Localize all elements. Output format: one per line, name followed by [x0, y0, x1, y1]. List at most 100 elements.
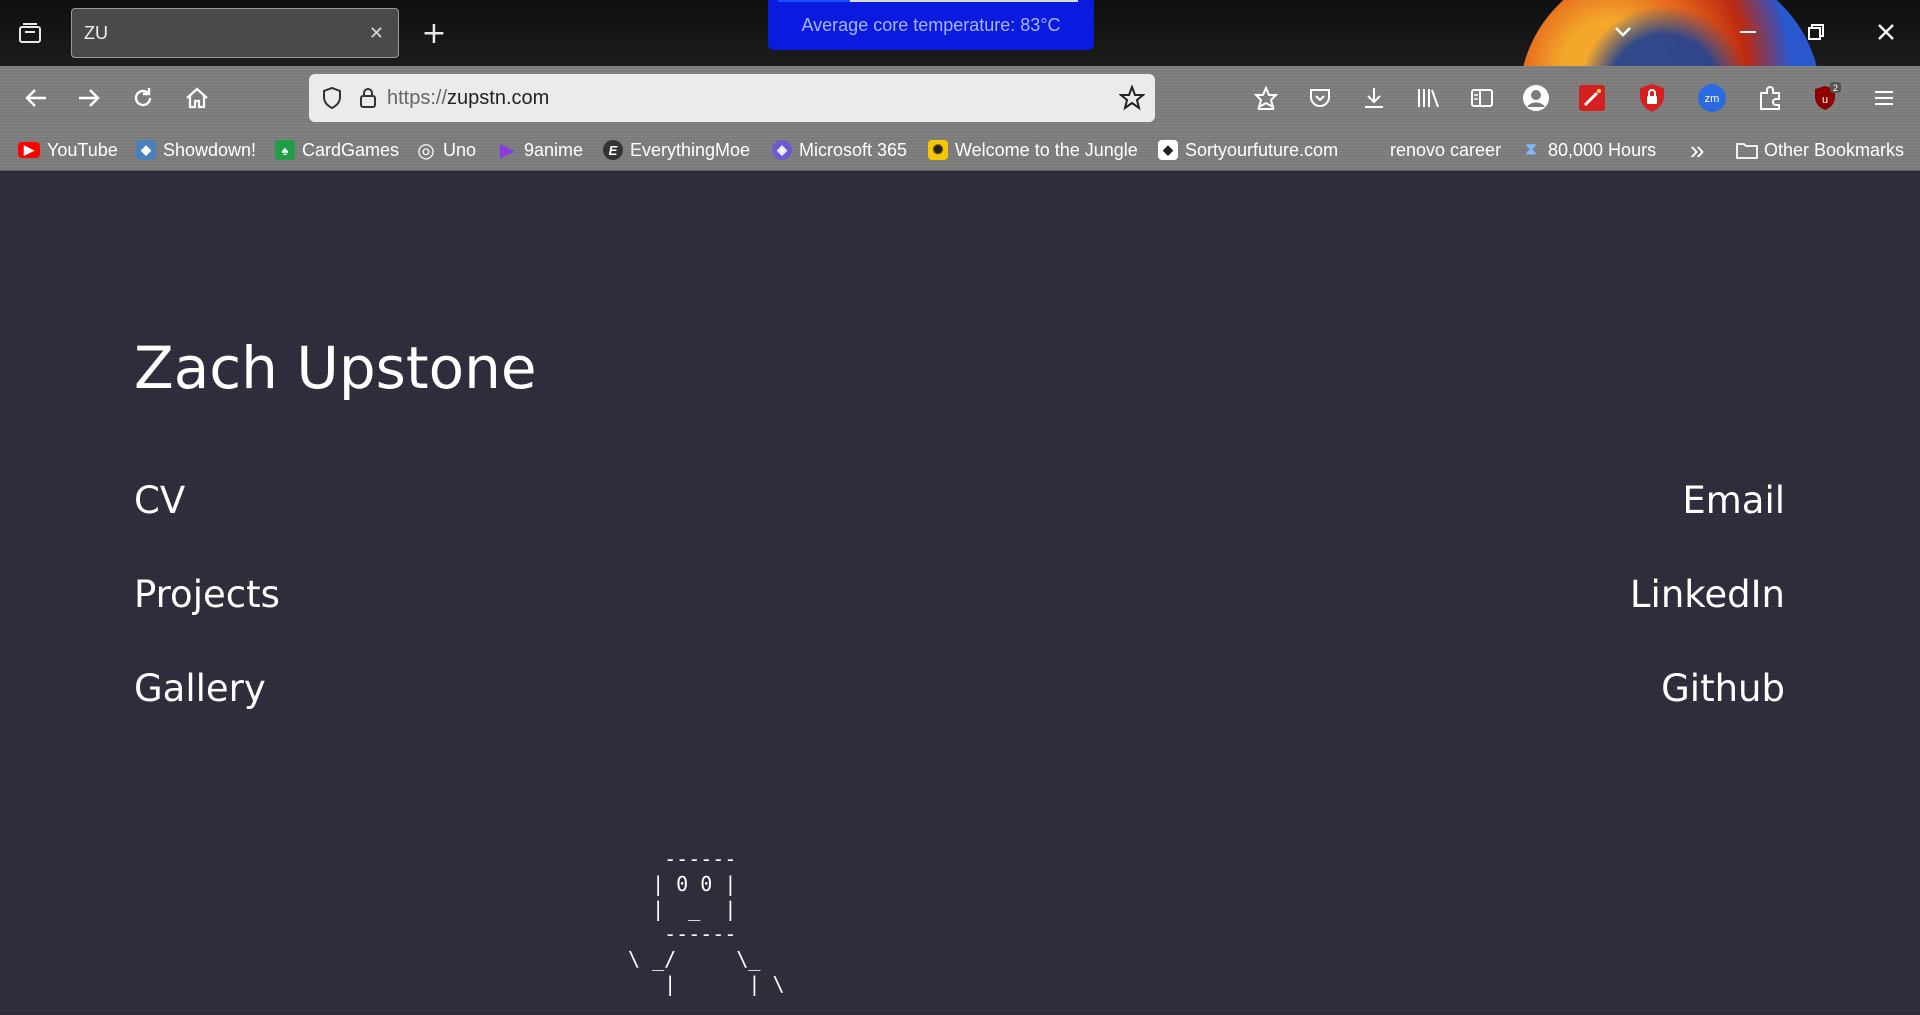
ascii-art-robot: ------ | 0 0 | | _ | ------ \ _/ \_ | | … [628, 847, 785, 996]
page-title: Zach Upstone [134, 334, 537, 402]
bookmarks-toolbar: ▶ YouTube ◆ Showdown! ♠ CardGames ◎ Uno … [0, 130, 1920, 171]
home-icon [186, 87, 208, 109]
temperature-overlay: Average core temperature: 83°C [768, 0, 1094, 50]
reload-button[interactable] [121, 66, 165, 130]
home-button[interactable] [175, 66, 219, 130]
arrow-right-icon [79, 89, 100, 107]
card-icon: ♠ [275, 140, 295, 160]
bookmark-label: Showdown! [163, 139, 257, 160]
bookmark-9anime[interactable]: ▶ 9anime [497, 130, 583, 170]
page-content: Zach Upstone CV Projects Gallery Email L… [0, 171, 1920, 1015]
other-bookmarks-label: Other Bookmarks [1764, 139, 1905, 160]
tab-overview-button[interactable] [12, 10, 48, 56]
library-button[interactable] [1406, 66, 1450, 130]
bookmark-showdown[interactable]: ◆ Showdown! [136, 130, 256, 170]
linkedin-link[interactable]: LinkedIn [1630, 573, 1785, 616]
bookmark-sortyourfuture[interactable]: ◆ Sortyourfuture.com [1158, 130, 1338, 170]
bookmark-label: Uno [443, 139, 477, 160]
sidebar-icon [1471, 89, 1493, 107]
cv-link[interactable]: CV [134, 479, 185, 522]
microsoft-365-icon: ◈ [772, 140, 792, 160]
padlock-icon[interactable] [359, 87, 377, 109]
bookmark-80000-hours[interactable]: ⧗ 80,000 Hours [1521, 130, 1656, 170]
active-tab[interactable]: ZU ✕ [71, 8, 399, 58]
svg-text:zm: zm [1705, 93, 1720, 105]
overlay-progress-bar [778, 0, 1078, 2]
bookmark-label: Sortyourfuture.com [1185, 139, 1339, 160]
pocket-button[interactable] [1298, 66, 1342, 130]
github-link[interactable]: Github [1661, 667, 1785, 710]
folder-icon [1736, 143, 1758, 159]
ublock-badge: 2 [1833, 83, 1838, 93]
list-all-tabs-button[interactable] [1604, 12, 1642, 52]
jungle-icon: ✺ [928, 140, 948, 160]
ublock-icon[interactable]: u2 [1810, 82, 1842, 114]
bookmark-everythingmoe[interactable]: E EverythingMoe [603, 130, 750, 170]
url-bar[interactable]: https://zupstn.com [309, 74, 1155, 122]
new-tab-button[interactable]: + [414, 10, 454, 56]
url-protocol: https:// [387, 86, 448, 109]
tab-list-icon [19, 23, 41, 43]
e-logo-icon: E [603, 140, 623, 160]
bookmark-label: 9anime [524, 139, 584, 160]
bookmark-label: Microsoft 365 [799, 139, 908, 160]
sidebar-button[interactable] [1460, 66, 1504, 130]
tab-title: ZU [84, 22, 108, 43]
profile-icon[interactable] [1520, 82, 1552, 114]
other-bookmarks-folder[interactable]: Other Bookmarks [1736, 130, 1904, 170]
close-tab-icon[interactable]: ✕ [369, 23, 384, 44]
bookmark-label: EverythingMoe [630, 139, 751, 160]
sort-icon: ◆ [1158, 140, 1178, 160]
bookmark-label: 80,000 Hours [1548, 139, 1657, 160]
minimize-button[interactable] [1728, 12, 1768, 52]
projects-link[interactable]: Projects [134, 573, 280, 616]
hourglass-icon: ⧗ [1525, 141, 1537, 158]
bookmarks-menu-button[interactable] [1244, 66, 1288, 130]
minimize-icon [1740, 31, 1756, 33]
globe-icon: ◎ [417, 139, 435, 162]
youtube-icon: ▶ [18, 142, 40, 158]
tracking-protection-shield-icon[interactable] [321, 86, 343, 110]
library-icon [1418, 89, 1439, 108]
restore-button[interactable] [1796, 12, 1836, 52]
lock-shield-icon[interactable] [1636, 82, 1668, 114]
bookmark-star-icon[interactable] [1119, 85, 1145, 111]
play-icon: ▶ [500, 139, 514, 160]
email-link[interactable]: Email [1682, 479, 1785, 522]
url-host: zupstn.com [447, 86, 550, 109]
browser-title-bar: ZU ✕ + Average core temperature: 83°C [0, 0, 1920, 66]
pokemon-showdown-icon: ◆ [136, 140, 156, 160]
downloads-button[interactable] [1352, 66, 1396, 130]
bookmark-label: YouTube [47, 139, 118, 160]
hamburger-menu-icon [1875, 91, 1893, 105]
back-button[interactable] [14, 66, 58, 130]
reload-icon [134, 88, 152, 107]
download-icon [1365, 88, 1383, 108]
bookmark-renovo-career[interactable]: renovo career [1390, 130, 1501, 170]
browser-theme-artwork [1520, 0, 1820, 66]
gallery-link[interactable]: Gallery [134, 667, 266, 710]
url-text[interactable]: https://zupstn.com [387, 87, 1119, 110]
bookmarks-overflow-button[interactable]: » [1690, 130, 1704, 170]
bookmark-microsoft-365[interactable]: ◈ Microsoft 365 [772, 130, 907, 170]
app-menu-button[interactable] [1862, 66, 1906, 130]
magic-wand-icon[interactable] [1576, 82, 1608, 114]
puzzle-icon[interactable] [1754, 82, 1786, 114]
chevron-down-icon [1615, 27, 1631, 37]
arrow-left-icon [25, 89, 46, 107]
close-window-button[interactable] [1866, 12, 1906, 52]
close-icon [1878, 24, 1894, 40]
bookmark-youtube[interactable]: ▶ YouTube [18, 130, 118, 170]
bookmark-uno[interactable]: ◎ Uno [416, 130, 476, 170]
svg-text:u: u [1822, 94, 1828, 106]
restore-icon [1808, 24, 1824, 40]
bookmark-welcome-to-the-jungle[interactable]: ✺ Welcome to the Jungle [928, 130, 1138, 170]
bookmark-label: Welcome to the Jungle [955, 139, 1138, 160]
zoom-icon[interactable]: zm [1696, 82, 1728, 114]
bookmark-label: renovo career [1390, 139, 1502, 160]
star-list-icon [1254, 86, 1278, 110]
navigation-toolbar: https://zupstn.com zm u2 [0, 66, 1920, 130]
bookmark-cardgames[interactable]: ♠ CardGames [275, 130, 399, 170]
forward-button[interactable] [67, 66, 111, 130]
pocket-icon [1310, 89, 1330, 107]
